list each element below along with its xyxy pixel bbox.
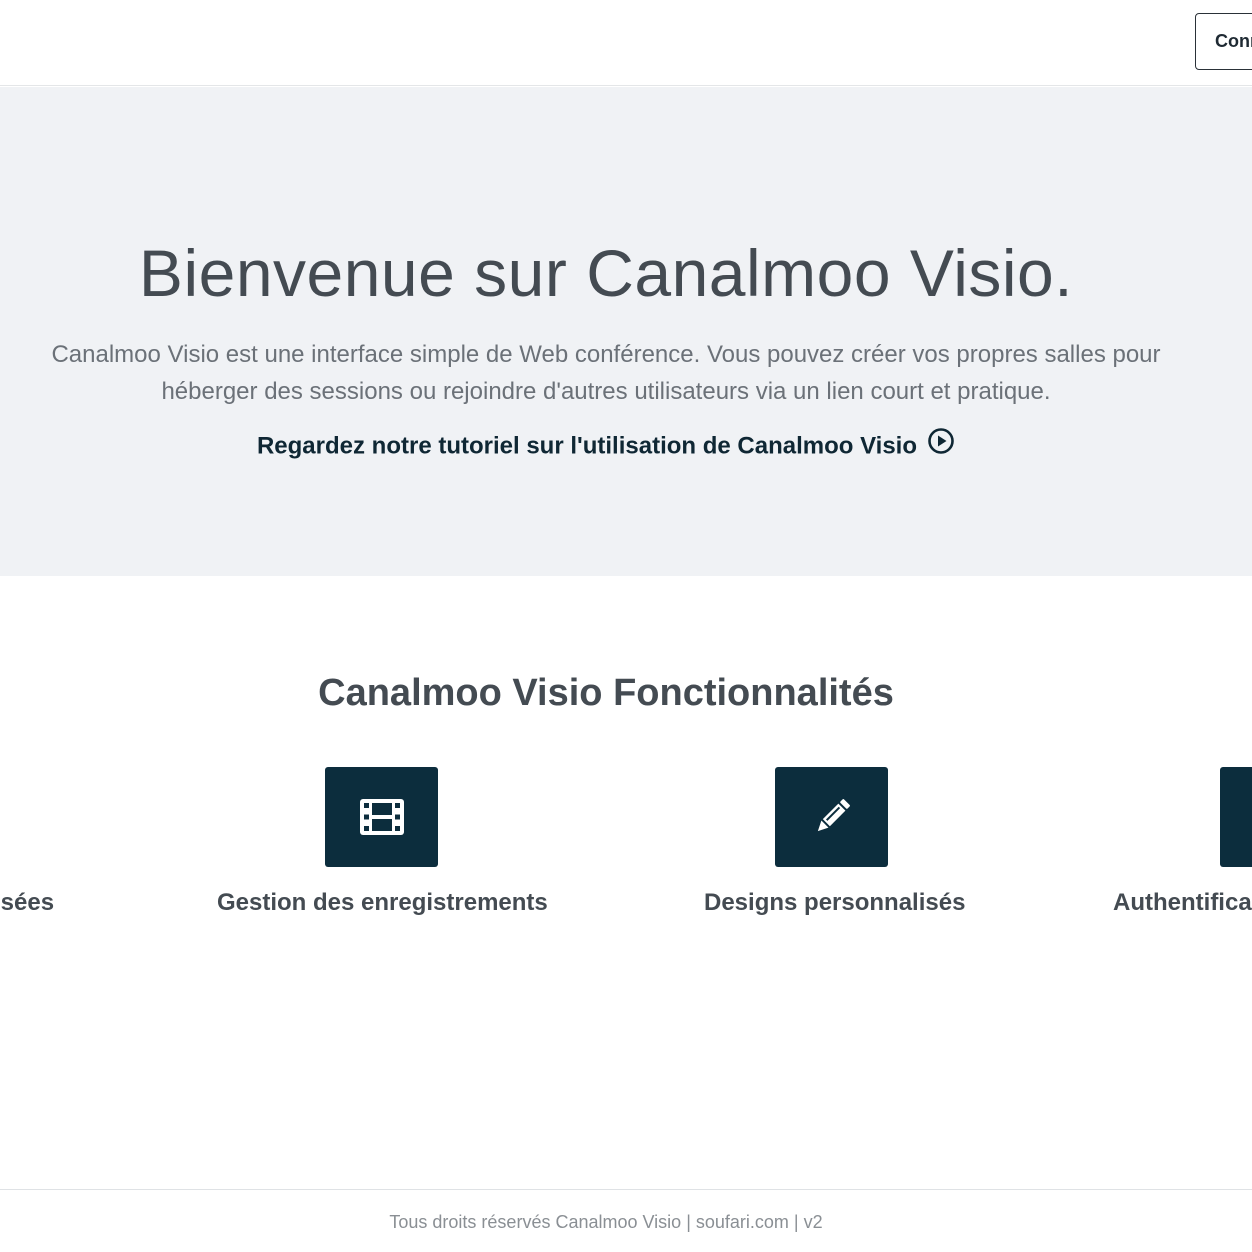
features-title: Canalmoo Visio Fonctionnalités xyxy=(318,672,894,714)
feature-label-0: isées xyxy=(0,889,55,916)
login-button[interactable]: Connexion xyxy=(1195,13,1252,70)
hero-description: Canalmoo Visio est une interface simple … xyxy=(51,341,1161,405)
film-icon xyxy=(325,767,438,867)
play-circle-icon xyxy=(927,427,955,462)
hero-section: Bienvenue sur Canalmoo Visio. Canalmoo V… xyxy=(0,87,1252,576)
tutorial-link[interactable]: Regardez notre tutoriel sur l'utilisatio… xyxy=(0,428,1212,462)
tutorial-link-label: Regardez notre tutoriel sur l'utilisatio… xyxy=(256,432,918,460)
pencil-icon xyxy=(775,767,888,867)
hero-title: Bienvenue sur Canalmoo Visio. xyxy=(138,236,1074,310)
top-navbar: Connexion xyxy=(0,0,1252,86)
feature-label-2: Designs personnalisés xyxy=(704,889,966,916)
feature-label-3: Authentifica xyxy=(1113,889,1252,916)
footer-text: Tous droits réservés Canalmoo Visio | so… xyxy=(389,1212,823,1232)
footer-divider xyxy=(0,1189,1252,1190)
feature-label-1: Gestion des enregistrements xyxy=(217,889,548,916)
feature-icon-3 xyxy=(1220,767,1252,867)
